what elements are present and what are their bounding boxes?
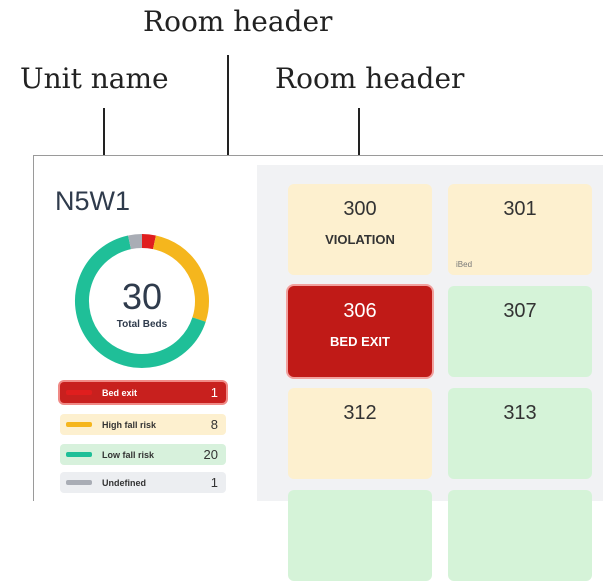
room-card[interactable] — [288, 490, 432, 581]
callout-unit-name: Unit name — [20, 62, 169, 95]
legend-swatch — [66, 422, 92, 427]
room-header: 306 — [343, 300, 377, 322]
legend-label: High fall risk — [102, 419, 157, 430]
legend-swatch — [66, 390, 92, 395]
room-header: 312 — [343, 402, 377, 424]
room-card[interactable]: 306 BED EXIT — [288, 286, 432, 377]
room-card[interactable]: 313 — [448, 388, 592, 479]
legend-count: 1 — [210, 475, 218, 490]
legend-label: Undefined — [102, 477, 146, 488]
legend-count: 1 — [210, 385, 218, 400]
unit-name[interactable]: N5W1 — [55, 186, 130, 217]
room-header: 313 — [503, 402, 537, 424]
room-status: BED EXIT — [330, 334, 390, 349]
legend-count: 20 — [203, 447, 218, 462]
room-card[interactable]: 301 iBed — [448, 184, 592, 275]
room-tag: iBed — [456, 260, 473, 269]
legend-label: Low fall risk — [102, 449, 155, 460]
room-card[interactable] — [448, 490, 592, 581]
legend-item-bed-exit[interactable]: Bed exit 1 — [60, 382, 226, 403]
total-beds-donut — [75, 234, 209, 368]
room-header: 301 — [503, 198, 537, 220]
legend-item-low-fall-risk[interactable]: Low fall risk 20 — [60, 444, 226, 465]
legend-count: 8 — [210, 417, 218, 432]
callout-room-header: Room header — [275, 62, 465, 95]
room-card[interactable]: 312 — [288, 388, 432, 479]
callout-room-header-top: Room header — [143, 5, 333, 38]
room-grid: 300 VIOLATION 301 iBed 306 BED EXIT 307 … — [257, 165, 603, 581]
donut-segment-high-fall-risk — [152, 235, 209, 322]
legend-swatch — [66, 480, 92, 485]
donut-segment-undefined — [128, 234, 143, 250]
donut-segment-bed-exit — [141, 234, 156, 250]
legend-swatch — [66, 452, 92, 457]
room-status: VIOLATION — [325, 232, 395, 247]
room-header: 307 — [503, 300, 537, 322]
legend-item-undefined[interactable]: Undefined 1 — [60, 472, 226, 493]
legend-label: Bed exit — [102, 387, 138, 398]
room-card[interactable]: 300 VIOLATION — [288, 184, 432, 275]
legend-item-high-fall-risk[interactable]: High fall risk 8 — [60, 414, 226, 435]
room-header: 300 — [343, 198, 377, 220]
room-card[interactable]: 307 — [448, 286, 592, 377]
